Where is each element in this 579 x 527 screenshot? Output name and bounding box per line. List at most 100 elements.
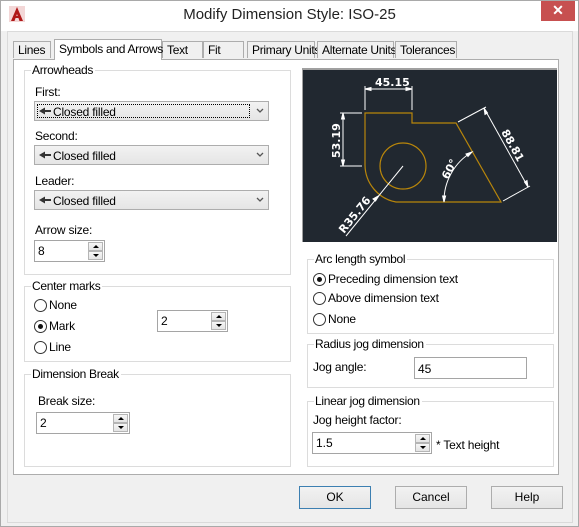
first-label: First: xyxy=(35,85,61,99)
chevron-down-icon xyxy=(256,197,264,202)
radio-circle xyxy=(313,273,326,286)
first-arrowhead-select[interactable]: Closed filled xyxy=(34,101,269,121)
closed-filled-arrow-icon xyxy=(39,107,51,115)
tab-lines[interactable]: Lines xyxy=(13,41,51,58)
leader-arrowhead-select[interactable]: Closed filled xyxy=(34,190,269,210)
window-title: Modify Dimension Style: ISO-25 xyxy=(183,6,396,23)
radio-circle xyxy=(34,299,47,312)
tab-symbols-and-arrows[interactable]: Symbols and Arrows xyxy=(54,39,163,60)
radio-label: Above dimension text xyxy=(328,291,439,305)
down-triangle-icon xyxy=(93,254,99,257)
dim-arrowhead xyxy=(483,107,489,116)
down-triangle-icon xyxy=(420,446,426,449)
radio-label: Preceding dimension text xyxy=(328,272,458,286)
tab-text[interactable]: Text xyxy=(162,41,203,58)
tab-tolerances[interactable]: Tolerances xyxy=(395,41,457,58)
tab-label: Lines xyxy=(18,43,46,57)
tab-primary-units[interactable]: Primary Units xyxy=(247,41,320,58)
tab-label: Text xyxy=(167,43,188,57)
up-triangle-icon xyxy=(216,315,222,318)
dim-text-radius: R35.76 xyxy=(336,194,374,236)
closed-filled-arrow-icon xyxy=(39,196,51,204)
center-mark-size-increment[interactable] xyxy=(211,312,226,321)
radio-circle xyxy=(34,320,47,333)
ok-button[interactable]: OK xyxy=(299,486,371,509)
dim-arrowhead xyxy=(523,179,529,188)
center-mark-size-decrement[interactable] xyxy=(211,321,226,330)
radio-label: Line xyxy=(49,340,71,354)
break-size-value: 2 xyxy=(40,416,47,430)
dim-arrowhead xyxy=(340,112,346,120)
arrow-size-increment[interactable] xyxy=(88,242,103,251)
cancel-button[interactable]: Cancel xyxy=(395,486,467,509)
tab-alternate-units[interactable]: Alternate Units xyxy=(317,41,397,58)
second-arrowhead-value: Closed filled xyxy=(53,149,116,163)
radio-selected-dot xyxy=(317,277,322,282)
dim-text-horizontal: 45.15 xyxy=(375,76,410,89)
radio-circle xyxy=(313,313,326,326)
dim-extension-line xyxy=(502,185,531,202)
tab-label: Fit xyxy=(208,43,221,57)
dim-arrowhead xyxy=(372,195,380,202)
dim-extension-line xyxy=(457,106,487,123)
tab-fit[interactable]: Fit xyxy=(203,41,244,58)
dim-arrowhead xyxy=(340,159,346,167)
up-triangle-icon xyxy=(118,417,124,420)
radio-label: None xyxy=(49,298,77,312)
dimension-break-title: Dimension Break xyxy=(31,367,121,381)
jog-height-factor-spinner[interactable]: 1.5 xyxy=(312,432,432,454)
preview-geometry xyxy=(364,112,503,203)
center-mark-size-value: 2 xyxy=(161,314,168,328)
title-bar[interactable]: Modify Dimension Style: ISO-25 ✕ xyxy=(1,1,578,31)
radio-selected-dot xyxy=(38,324,43,329)
center-marks-title: Center marks xyxy=(31,279,103,293)
arrow-size-spinner[interactable]: 8 xyxy=(34,240,105,262)
break-size-increment[interactable] xyxy=(113,414,128,423)
closed-filled-arrow-icon xyxy=(39,151,51,159)
radius-jog-title: Radius jog dimension xyxy=(314,337,426,351)
down-triangle-icon xyxy=(216,324,222,327)
linear-jog-title: Linear jog dimension xyxy=(314,394,422,408)
break-size-label: Break size: xyxy=(38,394,96,408)
jog-height-factor-value: 1.5 xyxy=(316,436,333,450)
part-outline xyxy=(364,112,503,203)
arrow-size-label: Arrow size: xyxy=(35,223,93,237)
jog-height-factor-decrement[interactable] xyxy=(415,443,430,452)
close-icon: ✕ xyxy=(552,2,564,18)
close-button[interactable]: ✕ xyxy=(541,1,575,21)
dimension-preview: 45.15 53.19 88.81 60° R35.76 xyxy=(302,68,557,242)
jog-angle-value: 45 xyxy=(418,362,432,376)
radio-label: Mark xyxy=(49,319,75,333)
break-size-spinner[interactable]: 2 xyxy=(36,412,130,434)
second-arrowhead-select[interactable]: Closed filled xyxy=(34,145,269,165)
text-height-suffix: * Text height xyxy=(436,438,500,452)
dim-arrowhead xyxy=(364,86,372,92)
help-button[interactable]: Help xyxy=(491,486,563,509)
dim-text-aligned: 88.81 xyxy=(498,127,526,164)
jog-angle-label: Jog angle: xyxy=(313,360,367,374)
break-size-decrement[interactable] xyxy=(113,423,128,432)
radio-circle xyxy=(313,292,326,305)
leader-label: Leader: xyxy=(35,174,75,188)
dim-arrowhead xyxy=(465,150,474,158)
center-mark-size-spinner[interactable]: 2 xyxy=(157,310,228,332)
tab-label: Symbols and Arrows xyxy=(59,42,163,56)
preview-dim-texts: 45.15 53.19 88.81 60° R35.76 xyxy=(330,76,527,236)
dim-text-vertical: 53.19 xyxy=(330,123,343,158)
radio-circle xyxy=(34,341,47,354)
arc-length-title: Arc length symbol xyxy=(314,252,408,266)
dim-arrowhead xyxy=(441,195,447,203)
arrowheads-title: Arrowheads xyxy=(31,63,96,77)
up-triangle-icon xyxy=(420,437,426,440)
first-arrowhead-value: Closed filled xyxy=(53,105,116,119)
preview-dimensions xyxy=(340,86,531,237)
preview-drawing: 45.15 53.19 88.81 60° R35.76 xyxy=(330,76,531,237)
tab-label: Alternate Units xyxy=(322,43,397,57)
radio-label: None xyxy=(328,312,356,326)
jog-height-factor-increment[interactable] xyxy=(415,434,430,443)
jog-angle-input[interactable]: 45 xyxy=(414,357,527,379)
down-triangle-icon xyxy=(118,426,124,429)
chevron-down-icon xyxy=(256,108,264,113)
tab-label: Tolerances xyxy=(400,43,456,57)
arrow-size-decrement[interactable] xyxy=(88,251,103,260)
